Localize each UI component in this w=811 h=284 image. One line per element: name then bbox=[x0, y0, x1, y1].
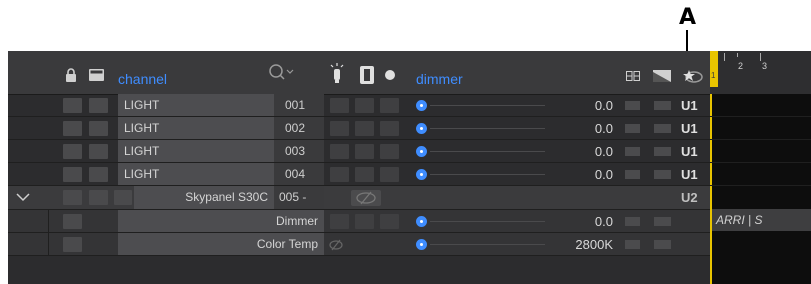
channel-number[interactable]: 002 bbox=[274, 117, 324, 139]
parameter-value[interactable]: 0.0 bbox=[553, 214, 613, 229]
fade-icon[interactable] bbox=[653, 70, 671, 82]
universe-value[interactable]: U1 bbox=[681, 98, 698, 113]
dimmer-slider-knob[interactable] bbox=[416, 169, 427, 180]
group-universe[interactable]: U2 bbox=[681, 190, 698, 205]
split-icon[interactable] bbox=[626, 71, 640, 81]
parameter-label[interactable]: Color Temp bbox=[118, 233, 324, 255]
bulb-icon[interactable] bbox=[330, 63, 344, 85]
timeline-group-text: ARRI | S bbox=[716, 213, 763, 227]
search-icon[interactable] bbox=[268, 63, 294, 81]
fixture-icon[interactable] bbox=[360, 66, 374, 84]
universe-value[interactable]: U1 bbox=[681, 121, 698, 136]
universe-value[interactable]: U1 bbox=[681, 144, 698, 159]
panel-header: channel dimmer 2 3 1 bbox=[8, 51, 811, 95]
hidden-eye-icon[interactable] bbox=[351, 190, 381, 206]
channel-number[interactable]: 003 bbox=[274, 140, 324, 162]
ruler-tick-label: 2 bbox=[738, 61, 744, 71]
color-temp-slider-track[interactable] bbox=[430, 244, 545, 245]
table-row[interactable]: LIGHT 003 0.0 U1 bbox=[8, 140, 811, 163]
dimmer-value[interactable]: 0.0 bbox=[553, 121, 613, 136]
group-row[interactable]: Skypanel S30C 005 - 016 U2 bbox=[8, 186, 710, 227]
circle-icon[interactable] bbox=[385, 70, 395, 80]
dimmer-slider-track[interactable] bbox=[430, 128, 545, 129]
dimmer-slider-knob[interactable] bbox=[416, 123, 427, 134]
patch-panel: channel dimmer 2 3 1 ARRI | S LIGHT 001 … bbox=[8, 51, 811, 284]
chevron-down-icon[interactable] bbox=[16, 193, 30, 202]
dimmer-slider-track[interactable] bbox=[430, 174, 545, 175]
hidden-eye-icon[interactable] bbox=[328, 239, 344, 251]
playhead-flag[interactable]: 1 bbox=[710, 51, 718, 87]
dimmer-header[interactable]: dimmer bbox=[416, 71, 463, 87]
timeline-group-bar: ARRI | S bbox=[712, 209, 811, 231]
star-icon[interactable] bbox=[681, 68, 703, 84]
timeline-ruler[interactable]: 2 3 1 bbox=[710, 51, 811, 94]
dimmer-value[interactable]: 0.0 bbox=[553, 167, 613, 182]
color-temp-slider-knob[interactable] bbox=[416, 239, 427, 250]
channel-number[interactable]: 001 bbox=[274, 94, 324, 116]
channel-number[interactable]: 004 bbox=[274, 163, 324, 185]
dimmer-slider-knob[interactable] bbox=[416, 216, 427, 227]
playhead-label: 1 bbox=[711, 71, 716, 80]
parameter-value[interactable]: 2800K bbox=[553, 237, 613, 252]
table-row[interactable]: LIGHT 002 0.0 U1 bbox=[8, 117, 811, 140]
panel-icon[interactable] bbox=[89, 69, 104, 81]
dimmer-slider-track[interactable] bbox=[430, 151, 545, 152]
dimmer-value[interactable]: 0.0 bbox=[553, 144, 613, 159]
callout-a: A bbox=[679, 5, 697, 30]
fixture-type-cell[interactable]: LIGHT bbox=[118, 94, 274, 116]
table-row[interactable]: LIGHT 004 0.0 U1 bbox=[8, 163, 811, 186]
dimmer-slider-track[interactable] bbox=[430, 221, 545, 222]
fixture-type-cell[interactable]: LIGHT bbox=[118, 140, 274, 162]
dimmer-slider-track[interactable] bbox=[430, 105, 545, 106]
parameter-row[interactable]: Color Temp 2800K bbox=[8, 233, 710, 256]
parameter-row[interactable]: Dimmer 0.0 bbox=[8, 210, 710, 233]
dimmer-slider-knob[interactable] bbox=[416, 146, 427, 157]
group-range[interactable]: 005 - 016 bbox=[274, 186, 324, 227]
fixture-type-cell[interactable]: LIGHT bbox=[118, 163, 274, 185]
table-row[interactable]: LIGHT 001 0.0 U1 bbox=[8, 94, 811, 117]
lock-icon[interactable] bbox=[65, 68, 77, 82]
dimmer-slider-knob[interactable] bbox=[416, 100, 427, 111]
fixture-type-cell[interactable]: LIGHT bbox=[118, 117, 274, 139]
group-name[interactable]: Skypanel S30C bbox=[134, 186, 274, 209]
universe-value[interactable]: U1 bbox=[681, 167, 698, 182]
dimmer-value[interactable]: 0.0 bbox=[553, 98, 613, 113]
channel-header[interactable]: channel bbox=[118, 71, 167, 87]
ruler-tick-label: 3 bbox=[762, 61, 768, 71]
parameter-label[interactable]: Dimmer bbox=[118, 210, 324, 232]
